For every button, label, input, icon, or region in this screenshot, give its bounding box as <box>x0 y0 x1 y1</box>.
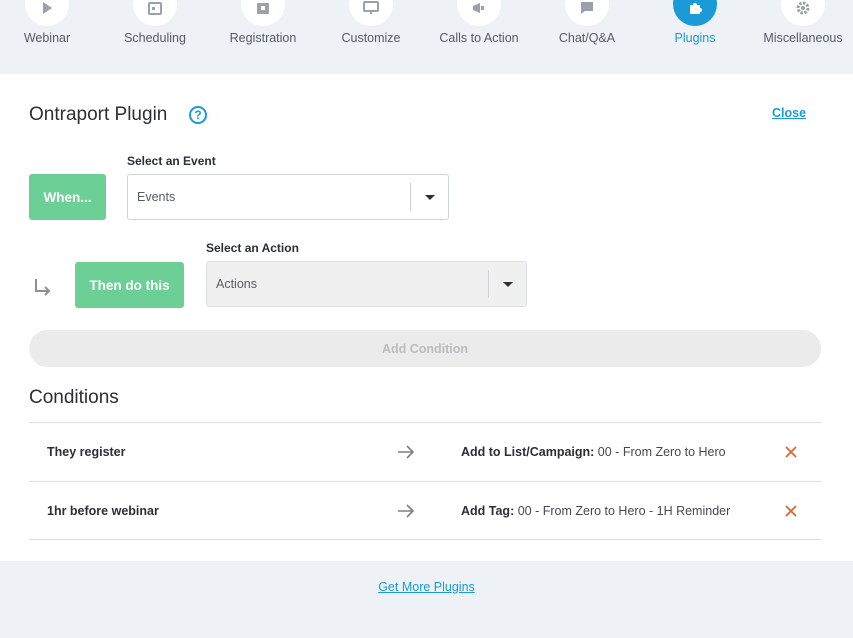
nav-tab-label: Calls to Action <box>439 31 519 45</box>
nav-tab-label: Customize <box>341 31 401 45</box>
play-icon <box>25 0 69 26</box>
nav-tab-plugins[interactable]: Plugins <box>641 0 749 74</box>
close-link[interactable]: Close <box>772 106 806 120</box>
gear-icon <box>781 0 825 26</box>
nav-tab-label: Registration <box>229 31 297 45</box>
event-select-value: Events <box>137 190 176 204</box>
nav-tab-registration[interactable]: Registration <box>209 0 317 74</box>
chevron-down-icon <box>425 195 435 200</box>
event-select[interactable]: Events <box>127 174 449 220</box>
condition-action-value: 00 - From Zero to Hero <box>594 445 726 459</box>
nav-tab-scheduling[interactable]: Scheduling <box>101 0 209 74</box>
nav-tab-miscellaneous[interactable]: Miscellaneous <box>749 0 853 74</box>
condition-trigger: They register <box>47 445 126 459</box>
condition-row: They register Add to List/Campaign: 00 -… <box>29 422 821 481</box>
megaphone-icon <box>457 0 501 26</box>
get-more-plugins-link[interactable]: Get More Plugins <box>0 580 853 594</box>
settings-nav: Webinar Scheduling Registration Customiz… <box>0 0 853 74</box>
registration-icon <box>241 0 285 26</box>
turn-down-right-arrow-icon <box>35 279 51 296</box>
nav-tab-calls-to-action[interactable]: Calls to Action <box>425 0 533 74</box>
condition-trigger: 1hr before webinar <box>47 504 159 518</box>
calendar-icon <box>133 0 177 26</box>
condition-action-value: 00 - From Zero to Hero - 1H Reminder <box>514 504 731 518</box>
nav-tab-chat-qa[interactable]: Chat/Q&A <box>533 0 641 74</box>
nav-tab-webinar[interactable]: Webinar <box>0 0 101 74</box>
condition-action-label: Add Tag: <box>461 504 515 518</box>
delete-condition-icon[interactable] <box>783 503 799 519</box>
action-select[interactable]: Actions <box>206 261 527 307</box>
nav-tab-label: Chat/Q&A <box>558 31 616 45</box>
puzzle-icon <box>673 0 717 26</box>
select-divider <box>410 183 411 211</box>
arrow-right-icon <box>398 445 415 459</box>
arrow-right-icon <box>398 504 415 518</box>
condition-action: Add Tag: 00 - From Zero to Hero - 1H Rem… <box>461 504 730 518</box>
add-condition-button[interactable]: Add Condition <box>29 330 821 367</box>
condition-row: 1hr before webinar Add Tag: 00 - From Ze… <box>29 481 821 540</box>
monitor-icon <box>349 0 393 26</box>
conditions-heading: Conditions <box>29 387 119 408</box>
nav-tab-label: Plugins <box>674 31 716 45</box>
then-badge: Then do this <box>75 262 184 308</box>
help-icon[interactable]: ? <box>189 106 207 124</box>
delete-condition-icon[interactable] <box>783 444 799 460</box>
chevron-down-icon <box>503 282 513 287</box>
when-badge: When... <box>29 174 106 220</box>
nav-tab-label: Scheduling <box>124 31 186 45</box>
nav-tab-customize[interactable]: Customize <box>317 0 425 74</box>
page-title: Ontraport Plugin <box>29 104 168 125</box>
nav-tab-label: Webinar <box>23 31 71 45</box>
action-select-value: Actions <box>216 277 257 291</box>
condition-action-label: Add to List/Campaign: <box>461 445 595 459</box>
action-select-label: Select an Action <box>206 241 299 255</box>
select-divider <box>488 270 489 298</box>
condition-action: Add to List/Campaign: 00 - From Zero to … <box>461 445 726 459</box>
chat-icon <box>565 0 609 26</box>
nav-tab-label: Miscellaneous <box>763 31 843 45</box>
event-select-label: Select an Event <box>127 154 216 168</box>
